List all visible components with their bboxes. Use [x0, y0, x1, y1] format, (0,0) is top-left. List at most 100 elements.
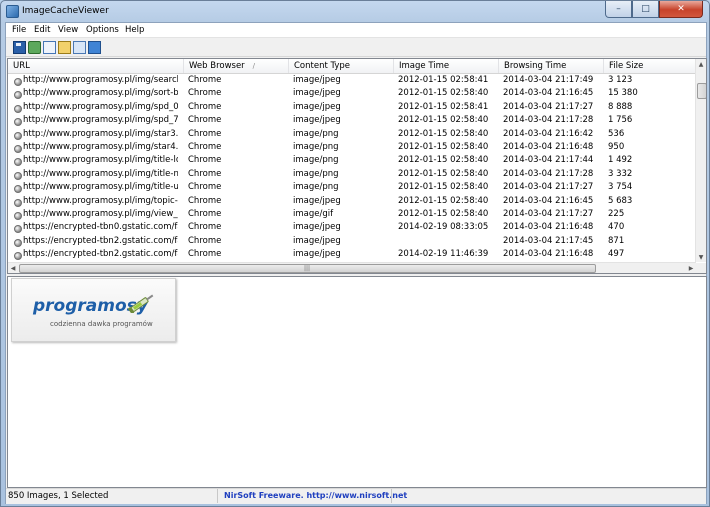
cell-image-time: 2012-01-15 02:58:40 [398, 155, 489, 166]
cell-browsing-time: 2014-03-04 21:17:28 [503, 168, 594, 179]
table-row[interactable]: http://www.programosy.pl/img/sort-bg....… [8, 87, 696, 100]
cell-content-type: image/jpeg [293, 101, 341, 112]
cell-browser: Chrome [188, 88, 222, 99]
cell-image-time: 2014-02-19 11:46:39 [398, 249, 489, 260]
scroll-right-icon[interactable]: ▶ [686, 263, 696, 273]
cell-browser: Chrome [188, 101, 222, 112]
title-bar[interactable]: ImageCacheViewer – □ ✕ [1, 1, 709, 21]
column-header-image-time[interactable]: Image Time [394, 59, 499, 73]
menu-options[interactable]: Options [86, 25, 119, 35]
cell-image-time: 2012-01-15 02:58:40 [398, 141, 489, 152]
cell-file-size: 1 492 [608, 155, 633, 166]
cell-url: http://www.programosy.pl/img/topic-in... [23, 195, 178, 206]
image-file-icon [14, 118, 22, 127]
vertical-scroll-thumb[interactable] [697, 83, 706, 99]
table-row[interactable]: http://www.programosy.pl/img/view_16....… [8, 208, 696, 221]
scroll-down-icon[interactable]: ▼ [696, 252, 706, 262]
refresh-icon[interactable] [28, 41, 41, 54]
vertical-scrollbar[interactable]: ▲ ▼ [695, 59, 706, 262]
scroll-up-icon[interactable]: ▲ [696, 59, 706, 69]
table-row[interactable]: https://encrypted-tbn0.gstatic.com/favic… [8, 221, 696, 234]
menu-file[interactable]: File [12, 25, 26, 35]
cell-content-type: image/jpeg [293, 222, 341, 233]
cell-browser: Chrome [188, 249, 222, 260]
copy-icon[interactable] [43, 41, 56, 54]
cell-content-type: image/jpeg [293, 88, 341, 99]
table-row[interactable]: http://www.programosy.pl/img/title-lon..… [8, 154, 696, 167]
exit-icon[interactable] [88, 41, 101, 54]
table-row[interactable]: http://www.programosy.pl/img/title-naj..… [8, 168, 696, 181]
cell-url: http://www.programosy.pl/img/title-url..… [23, 182, 178, 193]
column-header-content-type[interactable]: Content Type [289, 59, 394, 73]
table-body: http://www.programosy.pl/img/search_... C… [8, 74, 696, 261]
cell-browser: Chrome [188, 235, 222, 246]
cell-content-type: image/png [293, 128, 339, 139]
save-icon[interactable] [13, 41, 26, 54]
status-credit-link[interactable]: NirSoft Freeware. http://www.nirsoft.net [220, 489, 407, 503]
window-title: ImageCacheViewer [22, 6, 109, 16]
client-area: File Edit View Options Help URL Web Brow… [5, 22, 707, 504]
cell-file-size: 1 756 [608, 115, 633, 126]
cell-image-time: 2012-01-15 02:58:40 [398, 182, 489, 193]
cell-image-time: 2012-01-15 02:58:40 [398, 115, 489, 126]
table-row[interactable]: http://www.programosy.pl/img/topic-in...… [8, 195, 696, 208]
column-header-url[interactable]: URL [8, 59, 184, 73]
cell-url: http://www.programosy.pl/img/spd_09.j... [23, 101, 178, 112]
cell-url: https://encrypted-tbn0.gstatic.com/favic… [23, 222, 178, 233]
image-list[interactable]: URL Web Browser / Content Type Image Tim… [7, 58, 707, 274]
cell-image-time: 2012-01-15 02:58:40 [398, 88, 489, 99]
cell-browsing-time: 2014-03-04 21:17:49 [503, 75, 594, 85]
horizontal-scrollbar[interactable]: ◀ ||| ▶ [8, 262, 696, 273]
cell-content-type: image/jpeg [293, 75, 341, 85]
table-row[interactable]: http://www.programosy.pl/img/star3.png Ch… [8, 128, 696, 141]
cell-file-size: 3 332 [608, 168, 633, 179]
cell-url: http://www.programosy.pl/img/sort-bg.... [23, 88, 178, 99]
table-row[interactable]: https://encrypted-tbn2.gstatic.com/favic… [8, 235, 696, 248]
image-file-icon [14, 91, 22, 100]
cell-content-type: image/png [293, 141, 339, 152]
cell-content-type: image/png [293, 168, 339, 179]
scroll-grip-icon: ||| [304, 265, 311, 272]
horizontal-scroll-thumb[interactable]: ||| [19, 264, 596, 273]
cell-browser: Chrome [188, 208, 222, 219]
table-row[interactable]: http://www.programosy.pl/img/search_... C… [8, 74, 696, 87]
image-file-icon [14, 198, 22, 207]
menu-help[interactable]: Help [125, 25, 144, 35]
cell-url: https://encrypted-tbn2.gstatic.com/favic… [23, 249, 178, 260]
menu-view[interactable]: View [58, 25, 78, 35]
cell-image-time: 2014-02-19 08:33:05 [398, 222, 489, 233]
cell-browser: Chrome [188, 141, 222, 152]
logo-tagline: codzienna dawka programów [50, 320, 153, 328]
scroll-left-icon[interactable]: ◀ [8, 263, 18, 273]
cell-browsing-time: 2014-03-04 21:16:48 [503, 249, 594, 260]
column-header-browser[interactable]: Web Browser / [184, 59, 289, 73]
html-report-icon[interactable] [73, 41, 86, 54]
image-file-icon [14, 78, 22, 86]
table-row[interactable]: http://www.programosy.pl/img/spd_74.j...… [8, 114, 696, 127]
cell-image-time: 2012-01-15 02:58:40 [398, 128, 489, 139]
minimize-button[interactable]: – [605, 1, 632, 18]
cell-file-size: 15 380 [608, 88, 638, 99]
column-header-browsing-time[interactable]: Browsing Time [499, 59, 604, 73]
cell-image-time: 2012-01-15 02:58:40 [398, 168, 489, 179]
table-row[interactable]: http://www.programosy.pl/img/star4.png Ch… [8, 141, 696, 154]
cell-file-size: 470 [608, 222, 625, 233]
table-row[interactable]: https://encrypted-tbn2.gstatic.com/favic… [8, 248, 696, 261]
cell-browsing-time: 2014-03-04 21:17:44 [503, 155, 594, 166]
image-preview-pane: programosy codzienna dawka programów [7, 276, 707, 488]
table-row[interactable]: http://www.programosy.pl/img/title-url..… [8, 181, 696, 194]
cell-url: http://www.programosy.pl/img/search_... [23, 75, 178, 85]
menu-edit[interactable]: Edit [34, 25, 50, 35]
cell-content-type: image/png [293, 155, 339, 166]
properties-icon[interactable] [58, 41, 71, 54]
maximize-button[interactable]: □ [632, 1, 659, 18]
table-row[interactable]: http://www.programosy.pl/img/spd_09.j...… [8, 101, 696, 114]
image-file-icon [14, 171, 22, 180]
cell-content-type: image/jpeg [293, 235, 341, 246]
cell-browser: Chrome [188, 75, 222, 85]
cell-image-time: 2012-01-15 02:58:41 [398, 101, 489, 112]
image-file-icon [14, 225, 22, 234]
cell-browser: Chrome [188, 128, 222, 139]
close-button[interactable]: ✕ [659, 1, 703, 18]
column-header-file-size[interactable]: File Size [604, 59, 696, 73]
